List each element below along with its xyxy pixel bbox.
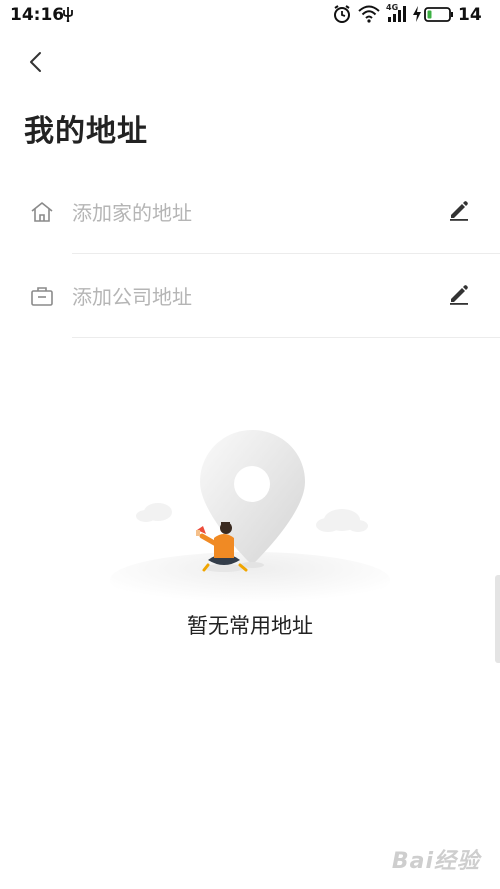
briefcase-icon (30, 284, 54, 308)
page-title: 我的地址 (24, 114, 148, 149)
home-address-label: 添加家的地址 (72, 201, 192, 225)
battery-icon (424, 4, 454, 28)
status-icons: 4G 14 (332, 3, 492, 28)
watermark: Bai经验 (391, 849, 480, 874)
home-icon (30, 200, 54, 224)
usb-icon (62, 6, 74, 26)
home-address-row[interactable]: 添加家的地址 (0, 172, 500, 252)
edit-icon[interactable] (448, 283, 470, 305)
alarm-icon (332, 4, 352, 28)
charging-icon (412, 4, 422, 28)
status-time: 14:16 (10, 5, 65, 25)
company-address-row[interactable]: 添加公司地址 (0, 256, 500, 336)
divider (72, 253, 500, 254)
back-button[interactable] (18, 44, 54, 80)
edit-icon[interactable] (448, 199, 470, 221)
signal-icon (386, 4, 408, 28)
wifi-icon (358, 4, 380, 28)
empty-state-illustration (100, 420, 400, 610)
scrollbar[interactable] (495, 575, 500, 663)
company-address-label: 添加公司地址 (72, 285, 192, 309)
battery-level: 14 (458, 5, 482, 25)
chevron-left-icon (30, 52, 41, 72)
empty-state-message: 暂无常用地址 (187, 614, 313, 638)
status-bar: 14:16 4G 14 (0, 0, 500, 30)
divider (72, 337, 500, 338)
